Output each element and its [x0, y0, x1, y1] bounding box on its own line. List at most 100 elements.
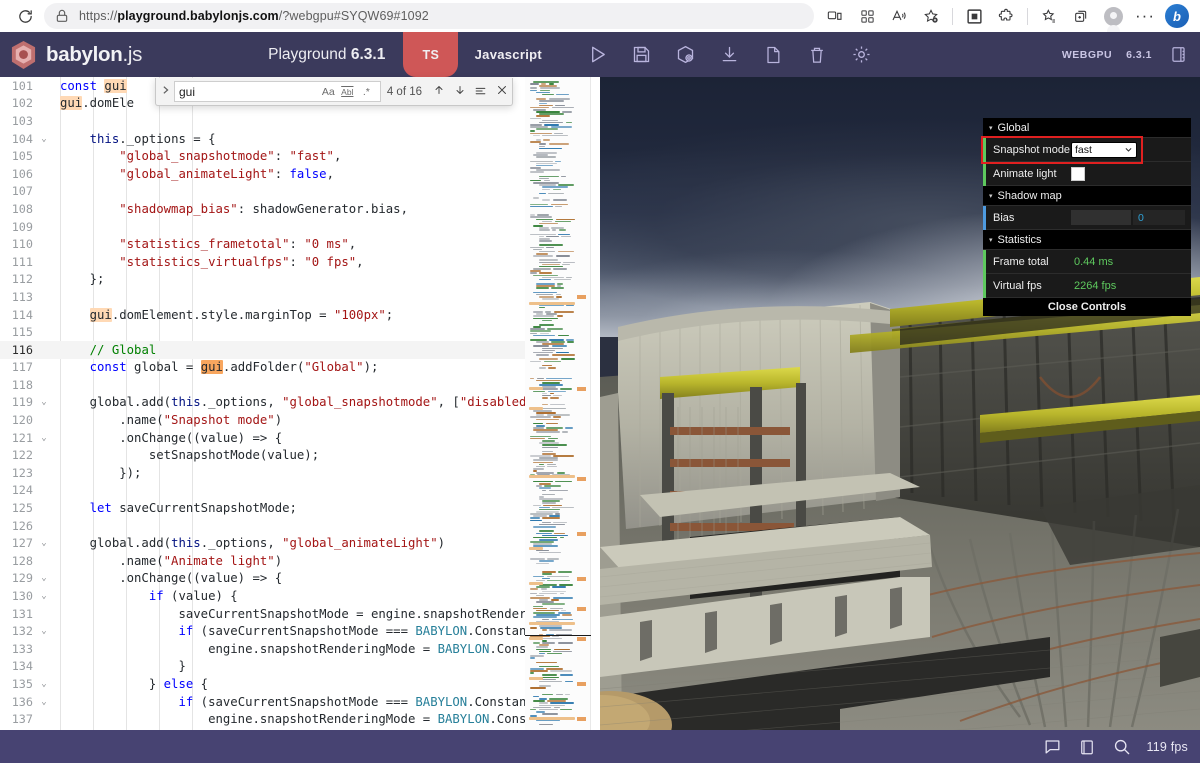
code-line[interactable]: 131 saveCurrentSnapshotMode = engine.sna…: [0, 605, 525, 623]
render-canvas[interactable]: ▾ Global Snapshot mode fast Animate ligh…: [600, 77, 1200, 730]
find-input[interactable]: gui Aa Abl .*: [174, 81, 381, 102]
code-line[interactable]: 130⌄ if (value) {: [0, 587, 525, 605]
code-line[interactable]: 129⌄ .onChange((value) => {: [0, 570, 525, 588]
bias-label: Bias: [986, 212, 1071, 224]
fold-chevron-down-icon[interactable]: ⌄: [36, 591, 52, 601]
code-text: if (value) {: [52, 589, 238, 603]
code-line[interactable]: 136⌄ if (saveCurrentSnapshotMode === BAB…: [0, 693, 525, 711]
tab-typescript[interactable]: TS: [403, 32, 458, 77]
code-line[interactable]: 116 // Global: [0, 341, 525, 359]
add-favorite-button[interactable]: [916, 2, 946, 30]
code-line[interactable]: 109: [0, 218, 525, 236]
inspector-button[interactable]: [668, 38, 702, 72]
search-button[interactable]: [1112, 737, 1131, 756]
bias-value[interactable]: 0: [1133, 210, 1185, 225]
code-line[interactable]: 115: [0, 323, 525, 341]
code-line[interactable]: 124: [0, 482, 525, 500]
fold-chevron-down-icon[interactable]: ⌄: [36, 433, 52, 443]
row-snapshot-mode[interactable]: Snapshot mode fast: [983, 138, 1191, 162]
code-line[interactable]: 126: [0, 517, 525, 535]
find-expand-toggle[interactable]: [156, 85, 174, 98]
code-line[interactable]: 128 .name("Animate light"): [0, 552, 525, 570]
regex-toggle[interactable]: .*: [357, 86, 376, 98]
find-next-button[interactable]: [449, 84, 470, 99]
browser-essentials-button[interactable]: [852, 2, 882, 30]
code-lines[interactable]: 101const gui 102gui.domEle103104⌄ this._…: [0, 77, 525, 730]
favorites-button[interactable]: [1034, 2, 1064, 30]
code-editor[interactable]: 101const gui 102gui.domEle103104⌄ this._…: [0, 77, 600, 730]
docs-button[interactable]: [1078, 738, 1096, 756]
folder-statistics[interactable]: ▾ Statistics: [983, 230, 1191, 250]
fold-chevron-down-icon[interactable]: ⌄: [36, 538, 52, 548]
snapshot-mode-select[interactable]: fast: [1071, 142, 1137, 158]
minimap[interactable]: [525, 77, 591, 730]
row-bias[interactable]: Bias 0: [983, 206, 1191, 230]
run-button[interactable]: [580, 38, 614, 72]
close-controls-button[interactable]: Close Controls: [983, 298, 1191, 316]
code-line[interactable]: 113: [0, 288, 525, 306]
extensions-button[interactable]: [991, 2, 1021, 30]
code-line[interactable]: 122 setSnapshotMode(value);: [0, 446, 525, 464]
find-in-selection-button[interactable]: [470, 84, 491, 100]
save-button[interactable]: [624, 38, 658, 72]
bias-slider[interactable]: [1071, 210, 1131, 225]
code-line[interactable]: 114 gui.domElement.style.marginTop = "10…: [0, 306, 525, 324]
fold-chevron-down-icon[interactable]: ⌄: [36, 134, 52, 144]
whole-word-toggle[interactable]: Abl: [338, 87, 357, 97]
tab-javascript[interactable]: Javascript: [458, 32, 558, 77]
code-line[interactable]: 123 });: [0, 464, 525, 482]
profile-button[interactable]: [1098, 2, 1128, 30]
code-line[interactable]: 117 const global = gui.addFolder("Global…: [0, 359, 525, 377]
code-line[interactable]: 125 let saveCurrentSnapshotMode;: [0, 499, 525, 517]
row-animate-light[interactable]: Animate light: [983, 162, 1191, 186]
code-line[interactable]: 121⌄ .onChange((value) => {: [0, 429, 525, 447]
code-line[interactable]: 118: [0, 376, 525, 394]
download-button[interactable]: [712, 38, 746, 72]
find-previous-button[interactable]: [428, 84, 449, 99]
code-line[interactable]: 110 "statistics_frametotal": "0 ms",: [0, 235, 525, 253]
code-line[interactable]: 105 "global_snapshotmode": "fast",: [0, 147, 525, 165]
folder-global[interactable]: ▾ Global: [983, 118, 1191, 138]
fold-chevron-down-icon[interactable]: ⌄: [36, 397, 52, 407]
dat-gui-panel[interactable]: ▾ Global Snapshot mode fast Animate ligh…: [983, 118, 1191, 316]
babylon-logo[interactable]: babylon.js: [0, 40, 142, 70]
code-line[interactable]: 137 engine.snapshotRenderingMode = BABYL…: [0, 710, 525, 728]
collections-button[interactable]: [1066, 2, 1096, 30]
code-line[interactable]: 119⌄ global.add(this._options, "global_s…: [0, 394, 525, 412]
new-button[interactable]: [756, 38, 790, 72]
code-line[interactable]: 106 "global_animateLight": false,: [0, 165, 525, 183]
code-line[interactable]: 112 };: [0, 271, 525, 289]
find-widget[interactable]: gui Aa Abl .* 4 of 16: [155, 78, 513, 106]
read-aloud-button[interactable]: [884, 2, 914, 30]
fold-chevron-down-icon[interactable]: ⌄: [36, 573, 52, 583]
code-line[interactable]: 132⌄ if (saveCurrentSnapshotMode === BAB…: [0, 622, 525, 640]
folder-shadow-map[interactable]: ▾ Shadow map: [983, 186, 1191, 206]
code-line[interactable]: 133 engine.snapshotRenderingMode = BABYL…: [0, 640, 525, 658]
split-screen-button[interactable]: [820, 2, 850, 30]
extensions-icon: [998, 8, 1014, 24]
animate-light-checkbox[interactable]: [1071, 167, 1085, 181]
fold-chevron-down-icon[interactable]: ⌄: [36, 626, 52, 636]
settings-button[interactable]: [844, 38, 878, 72]
settings-and-more-button[interactable]: ···: [1130, 2, 1160, 30]
code-line[interactable]: 111 "statistics_virtualfps": "0 fps",: [0, 253, 525, 271]
fold-chevron-down-icon[interactable]: ⌄: [36, 697, 52, 707]
code-line[interactable]: 103: [0, 112, 525, 130]
address-bar[interactable]: https://playground.babylonjs.com/?webgpu…: [44, 3, 814, 29]
code-line[interactable]: 108 "shadowmap_bias": shadowGenerator.bi…: [0, 200, 525, 218]
fold-chevron-down-icon[interactable]: ⌄: [36, 679, 52, 689]
code-line[interactable]: 104⌄ this._options = {: [0, 130, 525, 148]
code-line[interactable]: 120 .name("Snapshot mode"): [0, 411, 525, 429]
code-line[interactable]: 135⌄ } else {: [0, 675, 525, 693]
copilot-button[interactable]: b: [1162, 2, 1192, 30]
match-case-toggle[interactable]: Aa: [319, 86, 338, 98]
comment-button[interactable]: [1043, 737, 1062, 756]
code-line[interactable]: 127⌄ global.add(this._options, "global_a…: [0, 534, 525, 552]
find-close-button[interactable]: [491, 84, 512, 99]
reload-button[interactable]: [8, 3, 42, 29]
clear-button[interactable]: [800, 38, 834, 72]
menu-panel-button[interactable]: [1166, 45, 1190, 64]
code-line[interactable]: 134 }: [0, 658, 525, 676]
app-button[interactable]: [959, 2, 989, 30]
code-line[interactable]: 107: [0, 183, 525, 201]
